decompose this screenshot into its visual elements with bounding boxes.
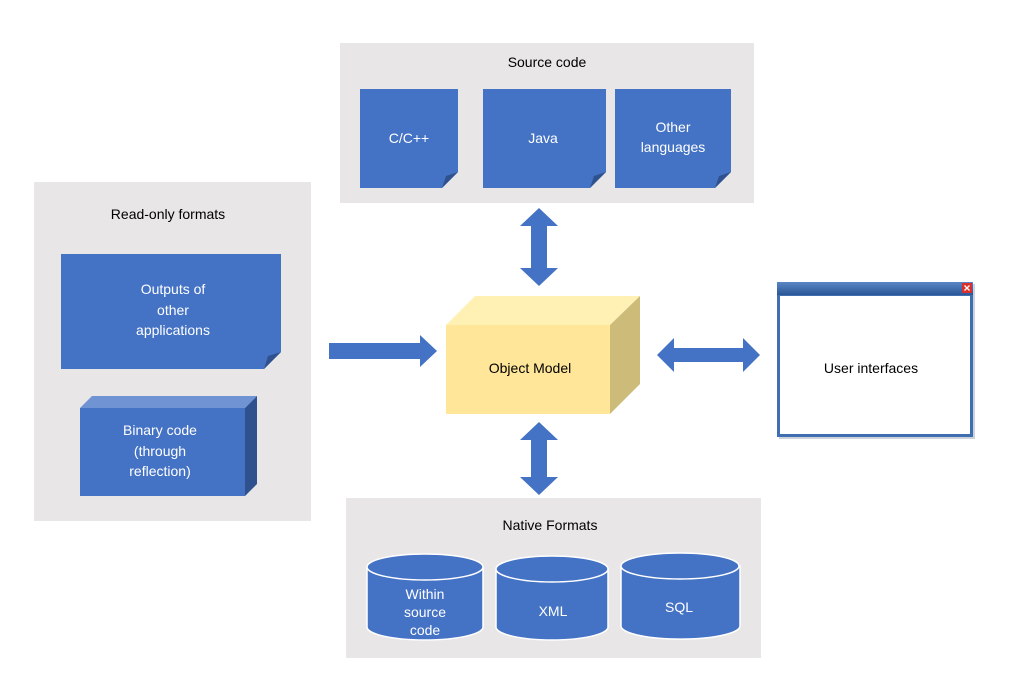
source-code-title: Source code — [508, 54, 587, 70]
read-only-panel: Read-only formats Outputs of other appli… — [34, 182, 311, 521]
arrow-model-native-bidirectional — [520, 422, 558, 495]
arrow-source-model-bidirectional — [520, 208, 558, 286]
label: Outputs of — [141, 281, 206, 297]
label: Within — [406, 586, 445, 602]
object-model-cube: Object Model — [446, 296, 640, 414]
close-icon[interactable] — [962, 283, 972, 293]
label: code — [410, 622, 441, 638]
architecture-diagram: Source code C/C++ Java Other languages R… — [34, 43, 975, 658]
cylinder-within-source-code: Within source code — [366, 553, 484, 641]
note-c-cpp: C/C++ — [360, 89, 458, 188]
label: XML — [539, 603, 568, 619]
label: C/C++ — [389, 130, 429, 146]
user-interfaces-window: User interfaces — [777, 282, 975, 439]
user-interfaces-label: User interfaces — [824, 360, 918, 376]
label: (through — [134, 443, 186, 459]
label: other — [157, 302, 189, 318]
arrow-model-ui-bidirectional — [657, 338, 760, 372]
source-code-panel: Source code C/C++ Java Other languages — [340, 43, 754, 203]
label: Binary code — [123, 422, 197, 438]
label: languages — [641, 139, 706, 155]
native-formats-title: Native Formats — [503, 517, 598, 533]
note-outputs-of-other-applications: Outputs of other applications — [61, 254, 281, 369]
cylinder-sql: SQL — [620, 552, 741, 640]
label: Other — [655, 119, 690, 135]
cube-binary-code: Binary code (through reflection) — [80, 396, 257, 496]
note-other-languages: Other languages — [615, 89, 731, 188]
read-only-title: Read-only formats — [111, 206, 225, 222]
native-formats-panel: Native Formats Within source code XML SQ… — [346, 498, 761, 658]
cylinder-xml: XML — [495, 555, 609, 641]
label: applications — [136, 322, 210, 338]
note-java: Java — [483, 89, 606, 188]
label: SQL — [665, 599, 693, 615]
arrow-read-only-to-model — [329, 335, 437, 367]
label: source — [404, 604, 446, 620]
label: reflection) — [129, 463, 190, 479]
object-model-label: Object Model — [489, 360, 571, 376]
label: Java — [528, 130, 558, 146]
